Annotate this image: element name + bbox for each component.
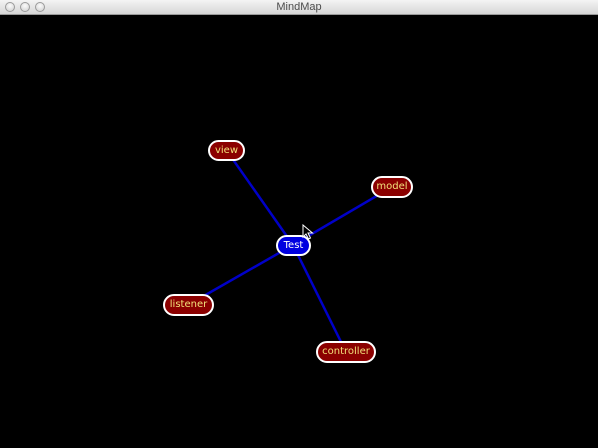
node-model[interactable]: model [371, 176, 413, 198]
node-listener[interactable]: listener [163, 294, 214, 316]
edge-root-controller [291, 244, 348, 353]
mindmap-edges [187, 150, 393, 353]
edge-root-view [225, 150, 295, 246]
node-view[interactable]: view [208, 140, 245, 161]
mouse-pointer-icon [302, 224, 314, 240]
node-controller[interactable]: controller [316, 341, 376, 363]
mindmap-window: MindMap view model Test listener control… [0, 0, 598, 448]
